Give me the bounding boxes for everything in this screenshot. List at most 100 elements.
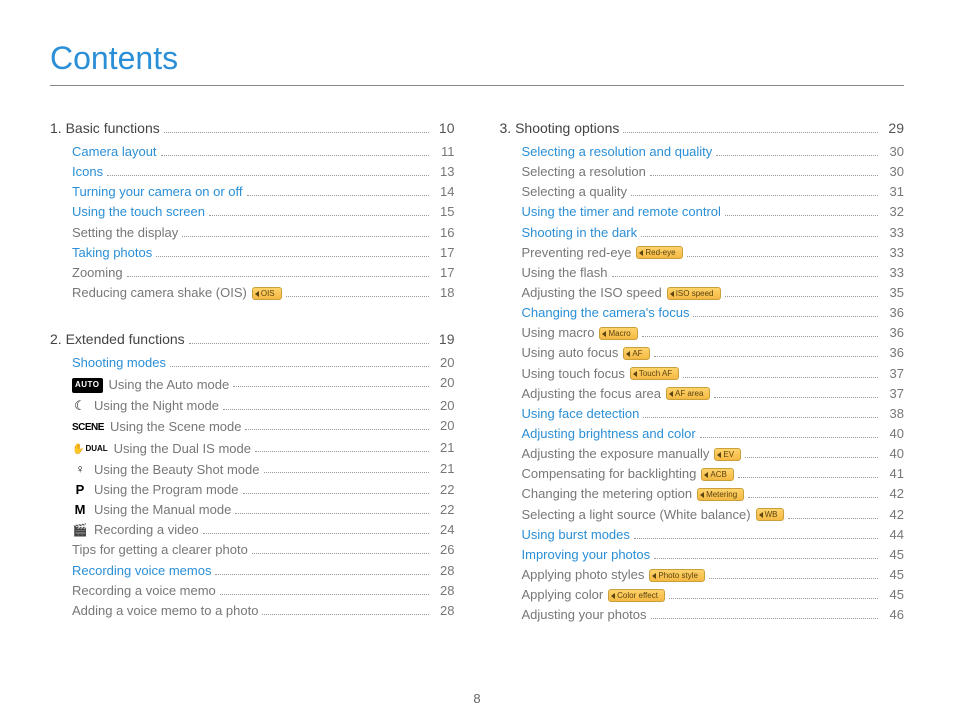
leader-dots xyxy=(687,248,878,257)
toc-entry-label: 2. Extended functions xyxy=(50,331,185,347)
toc-page-number: 28 xyxy=(433,561,455,581)
dual-icon: ✋DUAL xyxy=(72,442,108,458)
toc-entry[interactable]: SCENEUsing the Scene mode20 xyxy=(50,416,455,438)
toc-entry[interactable]: ☾Using the Night mode20 xyxy=(50,396,455,416)
toc-entry[interactable]: Selecting a resolution and quality30 xyxy=(500,142,905,162)
beauty-icon: ♀ xyxy=(72,460,88,479)
toc-entry[interactable]: MUsing the Manual mode 22 xyxy=(50,500,455,520)
toc-entry-label: Changing the camera's focus xyxy=(522,303,690,323)
toc-page-number: 21 xyxy=(433,438,455,458)
toc-entry-label: 1. Basic functions xyxy=(50,120,160,136)
toc-entry[interactable]: Applying colorColor effect45 xyxy=(500,585,905,605)
toc-columns: 1. Basic functions10 Camera layout11Icons… xyxy=(50,110,904,625)
toc-page-number: 22 xyxy=(433,500,455,520)
toc-entry[interactable]: Using the flash33 xyxy=(500,263,905,283)
toc-entry[interactable]: Adjusting the ISO speedISO speed35 xyxy=(500,283,905,303)
toc-page-number: 15 xyxy=(433,202,455,222)
toc-page-number: 41 xyxy=(882,464,904,484)
toc-entry-label: Selecting a resolution xyxy=(522,162,646,182)
toc-page-number: 35 xyxy=(882,283,904,303)
toc-entry[interactable]: Adjusting your photos46 xyxy=(500,605,905,625)
toc-entry[interactable]: Adjusting the exposure manuallyEV40 xyxy=(500,444,905,464)
toc-page-number: 11 xyxy=(433,142,455,162)
toc-entry[interactable]: Recording voice memos28 xyxy=(50,561,455,581)
toc-entry[interactable]: ♀Using the Beauty Shot mode21 xyxy=(50,459,455,479)
leader-dots xyxy=(745,449,878,458)
toc-entry-label: Zooming xyxy=(72,263,123,283)
toc-entry[interactable]: Applying photo stylesPhoto style45 xyxy=(500,565,905,585)
leader-dots xyxy=(683,368,878,377)
toc-page-number: 38 xyxy=(882,404,904,424)
toc-entry[interactable]: Adding a voice memo to a photo28 xyxy=(50,601,455,621)
feature-badge: OIS xyxy=(252,287,282,300)
toc-entry[interactable]: Selecting a resolution30 xyxy=(500,162,905,182)
toc-entry-label: Adding a voice memo to a photo xyxy=(72,601,258,621)
toc-entry[interactable]: Using burst modes44 xyxy=(500,525,905,545)
toc-entry[interactable]: Recording a voice memo28 xyxy=(50,581,455,601)
leader-dots xyxy=(700,429,878,438)
toc-column-left: 1. Basic functions10 Camera layout11Icons… xyxy=(50,110,455,625)
toc-page-number: 40 xyxy=(882,424,904,444)
toc-section-heading[interactable]: 1. Basic functions10 xyxy=(50,120,455,136)
toc-entry[interactable]: Camera layout11 xyxy=(50,142,455,162)
spacer xyxy=(50,303,455,321)
leader-dots xyxy=(262,606,428,615)
toc-entry[interactable]: Compensating for backlightingACB41 xyxy=(500,464,905,484)
leader-dots xyxy=(252,545,429,554)
toc-entry[interactable]: Shooting in the dark33 xyxy=(500,223,905,243)
toc-entry[interactable]: Setting the display16 xyxy=(50,223,455,243)
toc-entry-label: Applying photo stylesPhoto style xyxy=(522,565,705,585)
leader-dots xyxy=(286,288,429,297)
leader-dots xyxy=(650,167,878,176)
toc-page-number: 17 xyxy=(433,263,455,283)
toc-entry[interactable]: Changing the camera's focus36 xyxy=(500,303,905,323)
toc-page-number: 37 xyxy=(882,384,904,404)
toc-page-number: 44 xyxy=(882,525,904,545)
toc-entry[interactable]: Taking photos17 xyxy=(50,243,455,263)
leader-dots xyxy=(170,358,429,367)
toc-entry[interactable]: Using auto focusAF36 xyxy=(500,343,905,363)
toc-entry[interactable]: PUsing the Program mode22 xyxy=(50,480,455,500)
toc-entry-label: Preventing red-eyeRed-eye xyxy=(522,243,683,263)
toc-entry[interactable]: Improving your photos45 xyxy=(500,545,905,565)
toc-entry[interactable]: Icons13 xyxy=(50,162,455,182)
toc-entry-label: Taking photos xyxy=(72,243,152,263)
toc-section-heading[interactable]: 3. Shooting options29 xyxy=(500,120,905,136)
toc-page-number: 13 xyxy=(433,162,455,182)
toc-entry[interactable]: AUTOUsing the Auto mode20 xyxy=(50,373,455,395)
toc-entry[interactable]: Using the timer and remote control32 xyxy=(500,202,905,222)
toc-page-number: 26 xyxy=(433,540,455,560)
toc-entry[interactable]: Tips for getting a clearer photo26 xyxy=(50,540,455,560)
toc-entry-label: MUsing the Manual mode xyxy=(72,500,231,520)
toc-entry[interactable]: Using face detection38 xyxy=(500,404,905,424)
feature-badge: ISO speed xyxy=(667,287,721,300)
toc-entry[interactable]: Selecting a light source (White balance)… xyxy=(500,505,905,525)
leader-dots xyxy=(215,565,428,574)
toc-entry[interactable]: Zooming 17 xyxy=(50,263,455,283)
toc-section-heading[interactable]: 2. Extended functions 19 xyxy=(50,331,455,347)
toc-entry[interactable]: 🎬Recording a video24 xyxy=(50,520,455,540)
toc-entry-label: Selecting a resolution and quality xyxy=(522,142,713,162)
leader-dots xyxy=(643,409,878,418)
toc-entry[interactable]: Reducing camera shake (OIS)OIS18 xyxy=(50,283,455,303)
toc-page-number: 32 xyxy=(882,202,904,222)
toc-page-number: 19 xyxy=(433,331,455,347)
toc-entry[interactable]: Using the touch screen15 xyxy=(50,202,455,222)
toc-entry[interactable]: Selecting a quality31 xyxy=(500,182,905,202)
toc-entry[interactable]: Using touch focusTouch AF37 xyxy=(500,364,905,384)
toc-entry-label: Changing the metering optionMetering xyxy=(522,484,745,504)
m-icon: M xyxy=(72,500,88,520)
toc-entry-label: Adjusting the exposure manuallyEV xyxy=(522,444,742,464)
toc-page-number: 45 xyxy=(882,585,904,605)
feature-badge: Color effect xyxy=(608,589,665,602)
toc-entry[interactable]: Using macroMacro36 xyxy=(500,323,905,343)
toc-entry[interactable]: Changing the metering optionMetering42 xyxy=(500,484,905,504)
toc-entry[interactable]: Turning your camera on or off14 xyxy=(50,182,455,202)
toc-entry[interactable]: ✋DUALUsing the Dual IS mode21 xyxy=(50,438,455,460)
toc-entry[interactable]: Adjusting brightness and color40 xyxy=(500,424,905,444)
toc-entry[interactable]: Adjusting the focus areaAF area37 xyxy=(500,384,905,404)
leader-dots xyxy=(641,227,878,236)
leader-dots xyxy=(725,288,878,297)
toc-entry[interactable]: Shooting modes20 xyxy=(50,353,455,373)
toc-entry[interactable]: Preventing red-eyeRed-eye33 xyxy=(500,243,905,263)
